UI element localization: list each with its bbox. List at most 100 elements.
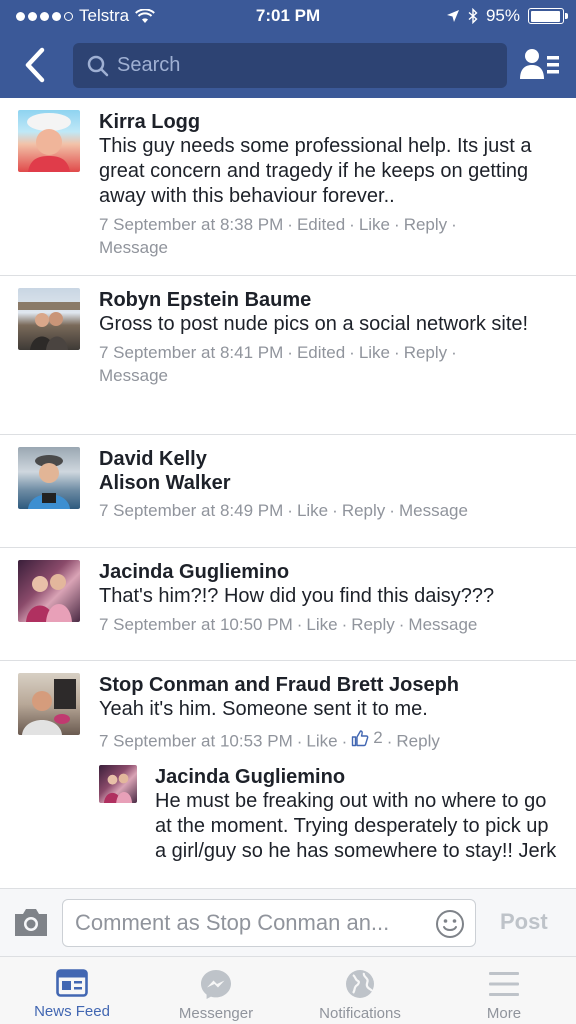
comment-timestamp: 7 September at 8:41 PM bbox=[99, 343, 284, 362]
reply-author[interactable]: Jacinda Gugliemino bbox=[155, 765, 564, 789]
avatar-image bbox=[22, 679, 76, 735]
camera-button[interactable] bbox=[12, 905, 50, 939]
comment-meta: 7 September at 8:41 PM · Edited · Like · Reply… bbox=[99, 343, 457, 385]
comment-text: Gross to post nude pics on a social netw… bbox=[99, 313, 529, 335]
comment-text: Yeah it's him. Someone sent it to me. bbox=[99, 698, 428, 720]
like-link[interactable]: Like bbox=[359, 215, 390, 234]
reply-link[interactable]: Reply bbox=[396, 732, 439, 751]
tab-messenger[interactable]: Messenger bbox=[144, 957, 288, 1024]
avatar[interactable] bbox=[18, 673, 80, 735]
message-link[interactable]: Message bbox=[399, 501, 468, 520]
comment-meta: 7 September at 10:50 PM · Like · Reply · Messa… bbox=[99, 615, 478, 634]
post-button[interactable]: Post bbox=[500, 909, 548, 935]
comment: Jacinda Gugliemino That's him?!? How did… bbox=[0, 548, 576, 661]
comment-text: That's him?!? How did you find this dais… bbox=[99, 585, 495, 607]
comment-author[interactable]: Stop Conman and Fraud Brett Joseph bbox=[99, 673, 564, 697]
avatar[interactable] bbox=[18, 447, 80, 509]
tab-label: Notifications bbox=[319, 1005, 401, 1022]
like-count[interactable]: 2 bbox=[351, 726, 383, 749]
edited-label: Edited bbox=[296, 343, 346, 362]
tab-label: More bbox=[486, 1005, 522, 1022]
location-icon bbox=[446, 10, 459, 22]
like-count-value: 2 bbox=[373, 728, 383, 747]
comment-author[interactable]: Jacinda Gugliemino bbox=[99, 560, 564, 584]
comment: Stop Conman and Fraud Brett Joseph Yeah … bbox=[0, 661, 576, 864]
search-bar[interactable] bbox=[73, 43, 507, 88]
comment-composer: Post bbox=[0, 888, 576, 956]
message-link[interactable]: Message bbox=[99, 238, 168, 257]
chevron-left-icon bbox=[25, 47, 45, 83]
tab-news-feed[interactable]: News Feed bbox=[0, 957, 144, 1024]
message-link[interactable]: Message bbox=[99, 366, 168, 385]
comment-meta: 7 September at 8:49 PM · Like · Reply · Messag… bbox=[99, 501, 468, 520]
tab-notifications[interactable]: Notifications bbox=[288, 957, 432, 1024]
menu-icon bbox=[489, 972, 519, 996]
reply-link[interactable]: Reply bbox=[342, 501, 385, 520]
avatar[interactable] bbox=[18, 560, 80, 622]
comment-timestamp: 7 September at 8:49 PM bbox=[99, 501, 284, 520]
like-link[interactable]: Like bbox=[306, 615, 337, 634]
tagged-person[interactable]: Alison Walker bbox=[99, 471, 564, 495]
message-link[interactable]: Message bbox=[408, 615, 477, 634]
avatar[interactable] bbox=[18, 288, 80, 350]
reply-link[interactable]: Reply bbox=[404, 215, 447, 234]
messenger-icon bbox=[201, 970, 231, 999]
thumbs-up-icon bbox=[352, 729, 369, 746]
reply-text: He must be freaking out with no where to… bbox=[155, 789, 557, 862]
comment-meta: 7 September at 8:38 PM · Edited · Like · Reply… bbox=[99, 215, 457, 257]
smiley-icon bbox=[436, 910, 464, 938]
battery-percent: 95% bbox=[485, 6, 520, 25]
comment-author[interactable]: David Kelly bbox=[99, 447, 564, 471]
comment-input[interactable] bbox=[75, 900, 425, 946]
comment-list: Kirra Logg This guy needs some professio… bbox=[0, 98, 576, 888]
avatar-image bbox=[103, 773, 133, 803]
avatar-image bbox=[26, 574, 72, 622]
tab-label: News Feed bbox=[34, 1003, 110, 1020]
comment: David Kelly Alison Walker 7 September at… bbox=[0, 435, 576, 548]
comment-timestamp: 7 September at 10:50 PM bbox=[99, 615, 293, 634]
comment-meta: 7 September at 10:53 PM · Like · 2 · Reply bbox=[99, 726, 440, 751]
comment-body: Stop Conman and Fraud Brett Joseph Yeah … bbox=[99, 673, 564, 864]
comment-timestamp: 7 September at 8:38 PM bbox=[99, 215, 284, 234]
edited-label: Edited bbox=[296, 215, 346, 234]
friends-button[interactable] bbox=[520, 46, 560, 82]
reply-comment: Jacinda Gugliemino He must be freaking o… bbox=[99, 753, 564, 864]
comment: Robyn Epstein Baume Gross to post nude p… bbox=[0, 276, 576, 435]
tab-bar: News Feed Messenger Notifications More bbox=[0, 956, 576, 1024]
friend-list-icon bbox=[520, 49, 559, 79]
back-button[interactable] bbox=[20, 46, 50, 84]
comment-author[interactable]: Kirra Logg bbox=[99, 110, 564, 134]
comment-body: David Kelly Alison Walker 7 September at… bbox=[99, 447, 564, 547]
reply-link[interactable]: Reply bbox=[351, 615, 394, 634]
avatar-image bbox=[18, 302, 80, 350]
tab-more[interactable]: More bbox=[432, 957, 576, 1024]
search-input[interactable] bbox=[117, 54, 477, 77]
search-icon bbox=[87, 55, 109, 76]
comment-text: This guy needs some professional help. I… bbox=[99, 135, 532, 207]
reply-body: Jacinda Gugliemino He must be freaking o… bbox=[155, 765, 564, 864]
bluetooth-icon bbox=[468, 8, 478, 24]
tab-label: Messenger bbox=[178, 1005, 254, 1022]
like-link[interactable]: Like bbox=[297, 501, 328, 520]
comment-body: Robyn Epstein Baume Gross to post nude p… bbox=[99, 288, 564, 434]
battery-icon bbox=[528, 8, 568, 24]
like-link[interactable]: Like bbox=[359, 343, 390, 362]
comment: Kirra Logg This guy needs some professio… bbox=[0, 98, 576, 276]
emoji-button[interactable] bbox=[435, 909, 465, 939]
header: Telstra 7:01 PM 95% bbox=[0, 0, 576, 98]
comment-timestamp: 7 September at 10:53 PM bbox=[99, 731, 293, 751]
globe-icon bbox=[346, 970, 374, 998]
avatar-image bbox=[27, 113, 71, 172]
comment-input-box[interactable] bbox=[62, 899, 476, 947]
comment-body: Jacinda Gugliemino That's him?!? How did… bbox=[99, 560, 564, 660]
status-bar: Telstra 7:01 PM 95% bbox=[0, 0, 576, 32]
avatar[interactable] bbox=[18, 110, 80, 172]
like-link[interactable]: Like bbox=[306, 732, 337, 751]
reply-link[interactable]: Reply bbox=[404, 343, 447, 362]
comment-author[interactable]: Robyn Epstein Baume bbox=[99, 288, 564, 312]
avatar[interactable] bbox=[99, 764, 137, 803]
comment-body: Kirra Logg This guy needs some professio… bbox=[99, 110, 564, 275]
status-right: 95% bbox=[446, 6, 568, 26]
camera-icon bbox=[15, 909, 47, 936]
avatar-image bbox=[28, 455, 70, 509]
